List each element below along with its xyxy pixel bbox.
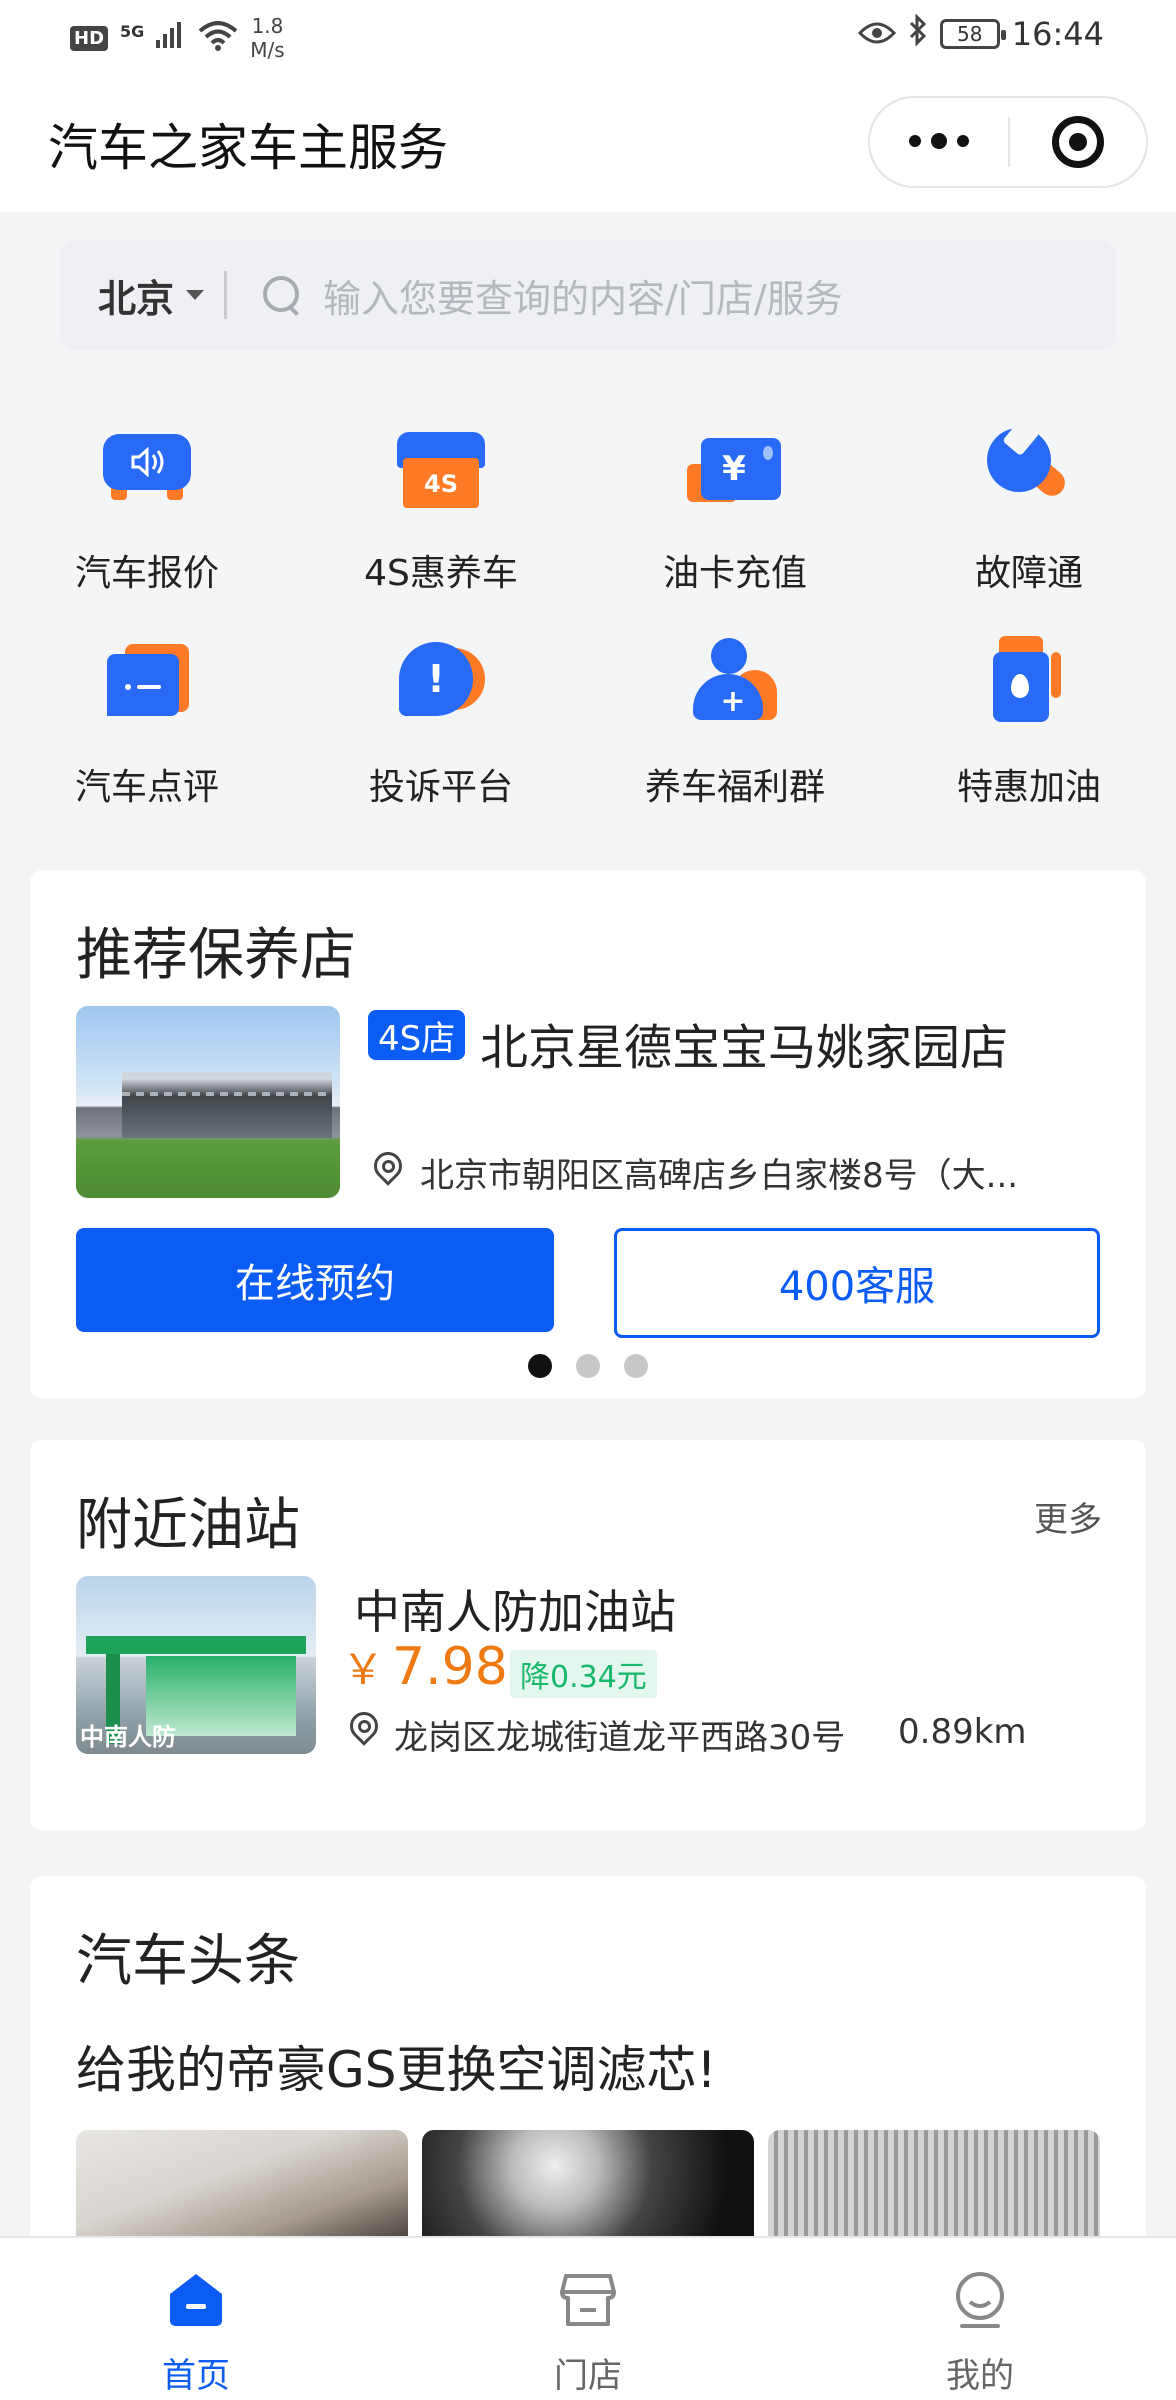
carousel-dot[interactable]: [576, 1354, 600, 1378]
service-label: 养车福利群: [644, 767, 825, 808]
shop-photo[interactable]: [76, 1006, 340, 1198]
service-4s-shop[interactable]: 4S 4S惠养车: [294, 420, 588, 596]
search-bar[interactable]: 北京 输入您要查询的内容/门店/服务: [60, 240, 1116, 350]
eye-icon: [857, 15, 896, 53]
target-icon: [1052, 116, 1104, 168]
news-thumbnail[interactable]: [76, 2130, 408, 2250]
carousel-dot[interactable]: [624, 1354, 648, 1378]
profile-icon: [950, 2270, 1010, 2330]
complaint-icon: !: [393, 634, 489, 730]
fuel-card-icon: ¥: [687, 420, 783, 516]
service-label: 故障通: [974, 553, 1083, 594]
store-icon: [558, 2270, 618, 2330]
car-price-icon: [99, 420, 195, 516]
price-value: 7.98: [392, 1637, 508, 1697]
battery-icon: 58: [939, 19, 1006, 49]
wifi-icon: [198, 21, 238, 55]
shop-address: 北京市朝阳区高碑店乡白家楼8号（大...: [420, 1156, 1019, 1196]
discount-badge: 降0.34元: [510, 1650, 657, 1698]
station-distance: 0.89km: [898, 1712, 1027, 1752]
tab-store[interactable]: 门店: [392, 2238, 784, 2400]
hd-badge: HD: [70, 25, 109, 51]
bottom-tab-bar: 首页 门店 我的: [0, 2236, 1176, 2400]
service-discount-fuel[interactable]: 特惠加油: [882, 634, 1176, 810]
news-thumbnail[interactable]: [422, 2130, 754, 2250]
station-photo[interactable]: 中南人防: [76, 1576, 316, 1754]
tab-profile[interactable]: 我的: [784, 2238, 1176, 2400]
fuel-price: ￥ 7.98: [342, 1636, 508, 1697]
service-label: 投诉平台: [368, 767, 513, 808]
location-pin-icon: [348, 1712, 378, 1748]
section-title: 汽车头条: [76, 1929, 300, 1994]
auto-news-card: 汽车头条 给我的帝豪GS更换空调滤芯!: [30, 1876, 1146, 2296]
city-selector[interactable]: 北京: [98, 268, 174, 323]
carousel-dot[interactable]: [528, 1354, 552, 1378]
service-welfare-group[interactable]: + 养车福利群: [588, 634, 882, 810]
signal-icon: [156, 20, 186, 56]
status-left: HD 5G 1.8 M/s: [70, 14, 285, 62]
service-fault-diagnosis[interactable]: 故障通: [882, 417, 1176, 596]
service-fuel-card[interactable]: ¥ 油卡充值: [588, 420, 882, 596]
section-title: 附近油站: [76, 1493, 300, 1558]
close-miniprogram-button[interactable]: [1010, 116, 1146, 168]
service-label: 油卡充值: [662, 553, 807, 594]
battery-level: 58: [957, 22, 983, 46]
title-bar: 汽车之家车主服务: [0, 72, 1176, 212]
section-title: 推荐保养店: [76, 923, 356, 988]
more-link[interactable]: 更多: [1034, 1492, 1102, 1541]
service-label: 汽车报价: [74, 553, 219, 594]
tab-label: 首页: [162, 2356, 230, 2396]
speed-unit: M/s: [250, 38, 285, 62]
comment-icon: [99, 634, 195, 730]
more-menu-icon[interactable]: [870, 133, 1008, 149]
home-icon: [166, 2270, 226, 2330]
service-car-review[interactable]: 汽车点评: [0, 634, 294, 810]
app-title: 汽车之家车主服务: [48, 119, 448, 177]
service-complaint[interactable]: ! 投诉平台: [294, 634, 588, 810]
tab-home[interactable]: 首页: [0, 2238, 392, 2400]
station-photo-caption: 中南人防: [80, 1723, 176, 1751]
service-label: 4S惠养车: [364, 553, 518, 594]
news-thumbnail[interactable]: [768, 2130, 1100, 2250]
news-headline[interactable]: 给我的帝豪GS更换空调滤芯!: [76, 2030, 717, 2102]
caret-down-icon: [186, 290, 205, 300]
online-booking-button[interactable]: 在线预约: [76, 1228, 554, 1332]
search-input[interactable]: 输入您要查询的内容/门店/服务: [323, 268, 843, 323]
group-add-icon: +: [687, 634, 783, 730]
shop-type-badge: 4S店: [368, 1010, 466, 1060]
network-speed: 1.8 M/s: [250, 14, 284, 62]
clock: 16:44: [1011, 15, 1104, 53]
wrench-icon: [981, 417, 1077, 516]
customer-service-button[interactable]: 400客服: [614, 1228, 1100, 1338]
service-car-price[interactable]: 汽车报价: [0, 420, 294, 596]
location-pin-icon: [372, 1152, 402, 1188]
bluetooth-icon: [908, 13, 928, 54]
service-label: 汽车点评: [74, 767, 219, 808]
tab-label: 门店: [554, 2356, 622, 2396]
fuel-pump-icon: [981, 634, 1077, 730]
shop-name[interactable]: 北京星德宝宝马姚家园店: [480, 1008, 1008, 1078]
search-divider: [224, 271, 228, 319]
status-bar: HD 5G 1.8 M/s 58 16:44: [0, 0, 1176, 72]
currency-symbol: ￥: [342, 1645, 385, 1694]
4s-shop-icon: 4S: [393, 420, 489, 516]
nearby-station-card: 附近油站 更多 中南人防 中南人防加油站 ￥ 7.98 降0.34元 龙岗区龙城街…: [30, 1440, 1146, 1830]
miniprogram-capsule: [868, 96, 1148, 188]
speed-value: 1.8: [251, 14, 284, 38]
carousel-indicator: [30, 1354, 1146, 1378]
station-name[interactable]: 中南人防加油站: [354, 1576, 676, 1642]
service-label: 特惠加油: [956, 767, 1101, 808]
station-address: 龙岗区龙城街道龙平西路30号: [394, 1718, 846, 1758]
network-type: 5G: [120, 21, 145, 41]
search-icon: [261, 274, 303, 316]
status-right: 58 16:44: [857, 13, 1104, 54]
recommended-shop-card: 推荐保养店 4S店 北京星德宝宝马姚家园店 北京市朝阳区高碑店乡白家楼8号（大.…: [30, 870, 1146, 1398]
tab-label: 我的: [946, 2356, 1014, 2396]
